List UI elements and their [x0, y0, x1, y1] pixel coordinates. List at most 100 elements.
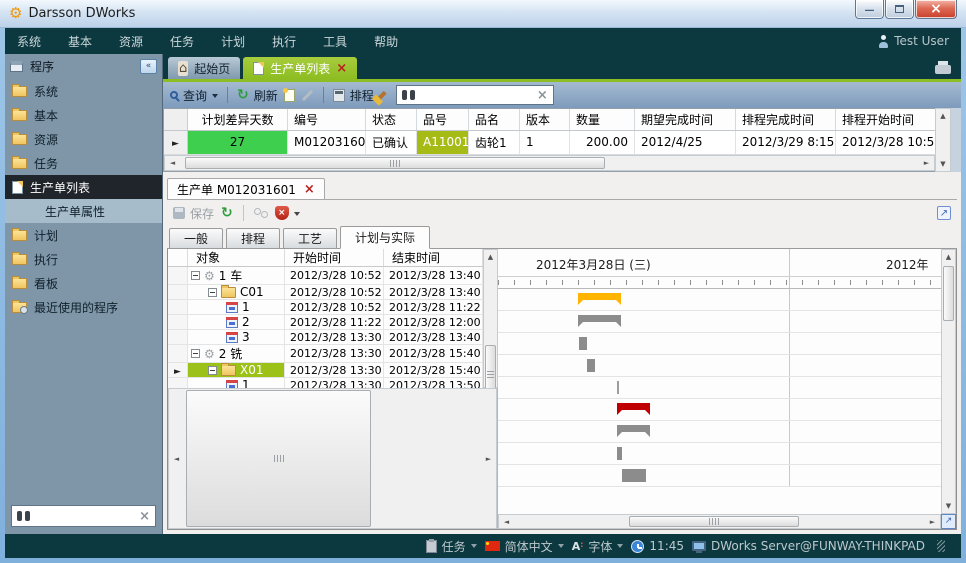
menu-item-8[interactable]: 帮助 — [374, 33, 398, 50]
gantt-bar-X01[interactable] — [617, 425, 650, 432]
tree-expander-icon[interactable] — [191, 271, 200, 280]
clear-search-icon[interactable] — [537, 89, 548, 102]
resize-grip[interactable] — [937, 540, 945, 552]
task-status-button[interactable]: 任务 — [426, 538, 477, 555]
grid-column-header-品号[interactable]: 品号 — [417, 109, 469, 130]
gantt-row-1[interactable] — [498, 443, 941, 465]
end-time-cell[interactable]: 2012/3/28 13:40 — [384, 330, 483, 344]
gantt-bar-3[interactable] — [617, 381, 619, 394]
font-selector[interactable]: 字体 — [572, 538, 624, 555]
detail-tab-工艺[interactable]: 工艺 — [283, 228, 337, 248]
close-button[interactable] — [915, 0, 957, 19]
tree-vertical-scrollbar[interactable] — [483, 249, 498, 388]
start-time-cell[interactable]: 2012/3/28 10:52 — [285, 300, 384, 314]
end-time-cell[interactable]: 2012/3/28 12:00 — [384, 315, 483, 329]
close-tab-icon[interactable] — [336, 61, 347, 76]
scroll-right-icon[interactable] — [919, 159, 934, 167]
scrollbar-thumb[interactable] — [186, 390, 371, 527]
user-indicator[interactable]: Test User — [878, 34, 949, 48]
query-button[interactable]: 查询 — [170, 87, 218, 104]
menu-item-4[interactable]: 任务 — [170, 33, 194, 50]
sidebar-item-生产单属性[interactable]: 生产单属性 — [5, 199, 162, 223]
gantt-row-C01[interactable] — [498, 311, 941, 333]
gantt-row-2[interactable] — [498, 355, 941, 377]
tree-expander-icon[interactable] — [191, 349, 200, 358]
tree-column-header-结束时间[interactable]: 结束时间 — [384, 249, 483, 266]
end-time-cell[interactable]: 2012/3/28 11:22 — [384, 300, 483, 314]
grid-cell-期望完成时间[interactable]: 2012/4/25 — [635, 131, 736, 155]
grid-data-row[interactable]: 27M012031601已确认A11001齿轮11200.002012/4/25… — [164, 131, 935, 156]
menu-item-3[interactable]: 资源 — [119, 33, 143, 50]
detail-document-tab[interactable]: 生产单 M012031601 — [167, 178, 325, 199]
gantt-row-1 车[interactable] — [498, 289, 941, 311]
sidebar-item-生产单列表[interactable]: 生产单列表 — [5, 175, 162, 199]
scroll-left-icon[interactable] — [165, 159, 180, 167]
gantt-bar-2[interactable] — [587, 359, 595, 372]
grid-cell-品号[interactable]: A11001 — [417, 131, 469, 155]
sidebar-item-基本[interactable]: 基本 — [5, 103, 162, 127]
scroll-right-icon[interactable] — [481, 455, 496, 463]
grid-cell-编号[interactable]: M012031601 — [288, 131, 366, 155]
tree-object-cell[interactable]: C01 — [188, 285, 285, 299]
start-time-cell[interactable]: 2012/3/28 13:30 — [285, 330, 384, 344]
tree-row-C01[interactable]: C012012/3/28 10:522012/3/28 13:40 — [168, 285, 483, 300]
grid-cell-数量[interactable]: 200.00 — [570, 131, 635, 155]
sidebar-item-系统[interactable]: 系统 — [5, 79, 162, 103]
scroll-right-icon[interactable] — [925, 518, 940, 526]
sidebar-item-资源[interactable]: 资源 — [5, 127, 162, 151]
tree-object-cell[interactable]: 3 — [188, 330, 285, 344]
query-dropdown-caret[interactable] — [212, 94, 218, 101]
scroll-left-icon[interactable] — [499, 518, 514, 526]
printer-icon[interactable] — [935, 65, 951, 74]
open-in-window-icon[interactable] — [937, 206, 951, 220]
dropdown-caret-icon[interactable] — [617, 544, 623, 551]
gantt-bar-1[interactable] — [579, 337, 587, 350]
sidebar-item-最近使用的程序[interactable]: 最近使用的程序 — [5, 295, 162, 319]
sidebar-item-看板[interactable]: 看板 — [5, 271, 162, 295]
scroll-up-icon[interactable] — [936, 109, 951, 123]
grid-column-header-数量[interactable]: 数量 — [570, 109, 635, 130]
gantt-row-3[interactable] — [498, 377, 941, 399]
scrollbar-thumb[interactable] — [185, 157, 605, 169]
grid-horizontal-scrollbar[interactable] — [164, 155, 935, 171]
tree-row-1 车[interactable]: 1 车2012/3/28 10:522012/3/28 13:40 — [168, 267, 483, 285]
sidebar-item-执行[interactable]: 执行 — [5, 247, 162, 271]
tab-起始页[interactable]: 起始页 — [168, 57, 240, 79]
tree-row-2 铣[interactable]: 2 铣2012/3/28 13:302012/3/28 15:40 — [168, 345, 483, 363]
gantt-bar-1[interactable] — [617, 447, 622, 460]
close-tab-icon[interactable] — [304, 182, 315, 197]
maximize-button[interactable] — [885, 0, 914, 19]
gantt-row-2[interactable] — [498, 465, 941, 487]
tree-row-3[interactable]: 32012/3/28 13:302012/3/28 13:40 — [168, 330, 483, 345]
tree-object-cell[interactable]: X01 — [188, 363, 285, 377]
scroll-down-icon[interactable] — [941, 499, 956, 513]
new-button[interactable] — [284, 89, 295, 102]
tree-object-cell[interactable]: 2 — [188, 315, 285, 329]
grid-column-header-版本[interactable]: 版本 — [520, 109, 570, 130]
gantt-popout-icon[interactable] — [941, 514, 956, 529]
tree-column-header-对象[interactable]: 对象 — [188, 249, 285, 266]
refresh-button[interactable]: 刷新 — [237, 87, 278, 104]
tab-生产单列表[interactable]: 生产单列表 — [243, 57, 357, 79]
start-time-cell[interactable]: 2012/3/28 10:52 — [285, 285, 384, 299]
tree-row-1[interactable]: 12012/3/28 10:522012/3/28 11:22 — [168, 300, 483, 315]
gantt-bar-1 车[interactable] — [578, 293, 621, 300]
gantt-row-2 铣[interactable] — [498, 399, 941, 421]
grid-cell-排程完成时间[interactable]: 2012/3/29 8:15 — [736, 131, 836, 155]
sidebar-search-box[interactable] — [11, 505, 156, 527]
scroll-up-icon[interactable] — [483, 250, 498, 264]
scroll-left-icon[interactable] — [169, 455, 184, 463]
tree-row-2[interactable]: 22012/3/28 11:222012/3/28 12:00 — [168, 315, 483, 330]
minimize-button[interactable] — [855, 0, 884, 19]
detail-refresh-button[interactable] — [221, 206, 233, 220]
grid-cell-计划差异天数[interactable]: 27 — [188, 131, 288, 155]
schedule-button[interactable]: 排程 — [333, 87, 374, 104]
grid-cell-版本[interactable]: 1 — [520, 131, 570, 155]
grid-vertical-scrollbar[interactable] — [935, 108, 951, 172]
grid-column-header-状态[interactable]: 状态 — [366, 109, 417, 130]
tree-object-cell[interactable]: 2 铣 — [188, 345, 285, 362]
link-button[interactable] — [254, 208, 268, 218]
tree-expander-icon[interactable] — [208, 366, 217, 375]
validate-button[interactable] — [275, 206, 300, 220]
detail-tab-一般[interactable]: 一般 — [169, 228, 223, 248]
